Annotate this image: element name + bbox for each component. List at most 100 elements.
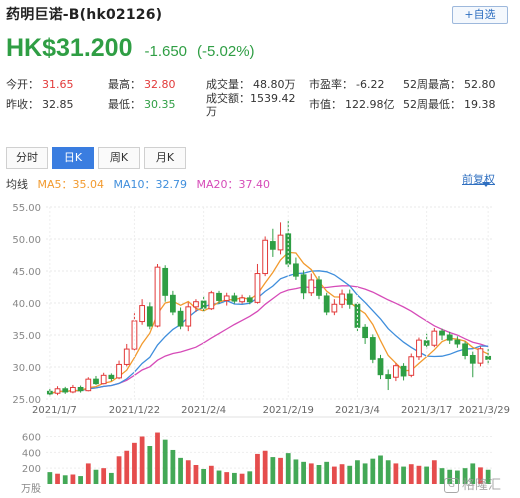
stat-value: 31.65 [42,78,74,91]
candle-down [231,295,238,302]
volume-grid [46,416,492,469]
ma10-line [49,270,489,395]
volume-bar [185,460,191,484]
watermark-logo-icon: G [444,478,459,493]
price-tick-label: 45.00 [12,267,41,278]
ma5-line-layer [49,251,489,395]
watermark: G 格隆汇 [444,474,501,493]
candle-down [362,326,369,339]
volume-bar [208,465,214,484]
volume-bar [355,460,360,484]
candle-up [123,348,130,365]
stat-label: 最低： [108,98,141,111]
volume-bar [308,463,314,484]
stat-value: 19.38 [464,98,496,111]
stat-52w-low: 52周最低： 19.38 [403,98,496,111]
volume-bar [132,442,137,484]
candle-up [70,386,76,393]
volume-bar [416,465,422,484]
candle-down [93,378,99,385]
candles-layer [46,221,492,397]
volume-bar [216,470,222,484]
candle-down [108,374,115,380]
candle-up [308,279,315,294]
candle-down [216,292,222,301]
volume-bar [108,472,114,484]
volume-bar [170,449,176,484]
ma10-line-layer [49,270,489,395]
candle-up [100,374,107,385]
date-tick-label: 2021/2/4 [181,405,226,416]
volume-bar [93,469,99,484]
tab-intraday[interactable]: 分时 [6,147,48,169]
volume-bar [178,457,183,484]
date-tick-label: 2021/1/22 [109,405,160,416]
candle-up [262,239,269,275]
volume-bar [85,463,91,484]
volume-bar [401,466,406,484]
candle-up [223,295,230,301]
candle-down [162,267,169,296]
volume-bar [55,473,60,484]
stat-value: 30.35 [144,98,176,111]
volume-bar [339,464,345,484]
stat-value: 52.80 [464,78,496,91]
price-axis: 55.00 50.00 45.00 40.00 35.00 30.00 25.00 [12,203,41,406]
add-to-watchlist-button[interactable]: +自选 [452,6,508,24]
volume-bar [247,471,253,484]
stat-value: 32.85 [42,98,74,111]
volume-bar [201,468,207,484]
candle-up [239,297,245,303]
candle-up [54,388,61,394]
price-adjust-toggle[interactable]: 前复权 [462,174,496,186]
volume-bar [101,468,107,484]
tab-monthly-k[interactable]: 月K [144,147,186,169]
ma5-line [49,251,489,395]
candle-down [469,354,476,364]
price-change-percent: (-5.02%) [197,43,255,60]
stat-label: 成交量： [206,78,250,91]
volume-bar [278,457,283,484]
stat-prev-close: 昨收： 32.85 [6,98,74,111]
stock-title: 药明巨诺-B(hk02126) [6,7,163,23]
candle-up [416,339,422,358]
candle-down [46,390,53,395]
volume-bar [78,476,83,484]
chevron-down-icon[interactable] [482,182,490,187]
volume-bar [155,432,160,484]
volume-bar [370,458,376,484]
candle-down [169,294,176,313]
volume-tick-label: 200 [22,464,41,475]
tab-weekly-k[interactable]: 周K [98,147,140,169]
candle-down [446,334,453,341]
candle-up [85,378,92,392]
stat-52w-high: 52周最高： 52.80 [403,78,496,91]
ma-legend-label: 均线 [6,178,28,191]
date-tick-label: 2021/2/19 [263,405,314,416]
price-row: HK$31.200 -1.650 (-5.02%) [6,34,255,66]
volume-bar [47,472,53,484]
stat-label: 市值： [309,98,342,111]
price-tick-label: 25.00 [12,395,41,406]
candle-up [331,303,338,313]
tab-daily-k[interactable]: 日K [52,147,94,169]
date-tick-label: 2021/1/7 [32,405,77,416]
candle-down [177,310,184,327]
stat-open: 今开： 31.65 [6,78,74,91]
price-grid [46,206,492,400]
last-price: HK$31.200 [6,34,133,62]
volume-bar [316,465,322,484]
stat-pe: 市盈率： -6.22 [309,78,384,91]
volume-bar [70,474,76,484]
moving-average-legend: 均线 MA5：35.04 MA10：32.79 MA20：37.40 [6,176,276,192]
volume-unit-label: 万股 [21,483,41,495]
candle-up [277,234,284,251]
volume-bar [270,457,276,484]
stat-turnover: 成交额：1539.42万 [206,92,302,118]
candle-up [392,365,399,378]
price-tick-label: 40.00 [12,299,41,310]
date-tick-label: 2021/3/29 [459,405,510,416]
candle-down [316,279,322,296]
candle-down [246,297,253,303]
stat-low: 最低： 30.35 [108,98,176,111]
